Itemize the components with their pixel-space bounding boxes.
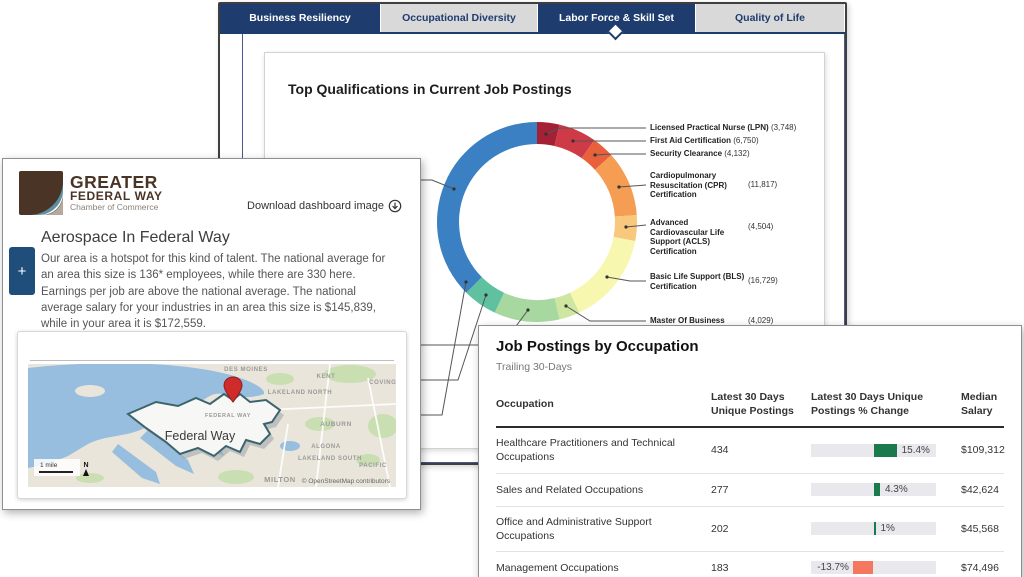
svg-text:N: N xyxy=(83,462,88,469)
job-postings-header: OccupationLatest 30 Days Unique Postings… xyxy=(496,387,1004,428)
change-label: 15.4% xyxy=(902,444,930,457)
salary-cell: $74,496 xyxy=(961,562,1004,574)
occupation-cell: Management Occupations xyxy=(496,561,711,575)
map-city-label: AUBURN xyxy=(320,421,352,428)
tab-bar: Business Resiliency Occupational Diversit… xyxy=(220,4,845,32)
federal-way-map[interactable]: DES MOINES KENT COVINGTON LAKELAND NORTH AUB… xyxy=(28,364,396,487)
map-city-label: COVINGTON xyxy=(369,380,396,386)
map-city-label: LAKELAND NORTH xyxy=(268,390,332,396)
map-city-label: ALGONA xyxy=(311,444,341,450)
job-postings-title: Job Postings by Occupation xyxy=(496,338,1004,355)
column-header: Occupation xyxy=(496,398,711,412)
map-city-label: LAKELAND SOUTH xyxy=(298,456,362,462)
qualifications-title: Top Qualifications in Current Job Postin… xyxy=(288,81,572,97)
job-postings-subtitle: Trailing 30-Days xyxy=(496,361,1004,373)
column-header: Latest 30 Days Unique Postings % Change xyxy=(811,391,961,418)
table-row[interactable]: Sales and Related Occupations277 4.3% $42,… xyxy=(496,473,1004,506)
change-bar xyxy=(853,561,874,574)
logo-line1: GREATER xyxy=(70,174,163,190)
tab-label: Labor Force & Skill Set xyxy=(559,12,674,24)
logo-line3: Chamber of Commerce xyxy=(70,202,163,212)
map-scale: 1 mile xyxy=(34,459,80,476)
change-bar xyxy=(874,444,897,457)
change-bar-track: -13.7% xyxy=(811,561,936,574)
change-label: 1% xyxy=(881,522,895,535)
logo-line2: FEDERAL WAY xyxy=(70,190,163,202)
map-city-label: DES MOINES xyxy=(224,367,268,373)
postings-cell: 434 xyxy=(711,444,811,456)
download-dashboard-link[interactable]: Download dashboard image xyxy=(247,199,402,213)
tab-quality-of-life[interactable]: Quality of Life xyxy=(696,4,845,32)
occupation-cell: Office and Administrative Support Occupa… xyxy=(496,515,711,543)
map-card: DES MOINES KENT COVINGTON LAKELAND NORTH AUB… xyxy=(17,331,407,499)
change-label: -13.7% xyxy=(811,561,849,574)
salary-cell: $42,624 xyxy=(961,484,1004,496)
table-row[interactable]: Office and Administrative Support Occupa… xyxy=(496,506,1004,551)
occupation-cell: Sales and Related Occupations xyxy=(496,483,711,497)
column-header: Latest 30 Days Unique Postings xyxy=(711,391,811,418)
expand-button[interactable]: + xyxy=(9,247,35,295)
chamber-logo: GREATER FEDERAL WAY Chamber of Commerce xyxy=(19,171,163,215)
change-bar xyxy=(874,483,880,496)
aerospace-card: GREATER FEDERAL WAY Chamber of Commerce … xyxy=(2,158,421,510)
map-city-label: FEDERAL WAY xyxy=(205,413,251,419)
map-region-label: Federal Way xyxy=(165,429,236,443)
occupation-cell: Healthcare Practitioners and Technical O… xyxy=(496,436,711,464)
change-bar-track: 4.3% xyxy=(811,483,936,496)
download-icon xyxy=(388,199,402,213)
tab-label: Business Resiliency xyxy=(249,12,351,24)
table-row[interactable]: Management Occupations183-13.7% $74,496 xyxy=(496,551,1004,577)
change-bar xyxy=(874,522,876,535)
svg-text:1 mile: 1 mile xyxy=(40,462,58,469)
map-city-label: KENT xyxy=(317,374,336,380)
tab-label: Quality of Life xyxy=(735,12,805,24)
map-attribution: © OpenStreetMap contributors xyxy=(302,477,391,485)
postings-cell: 202 xyxy=(711,523,811,535)
tab-occupational-diversity[interactable]: Occupational Diversity xyxy=(381,4,538,32)
salary-cell: $109,312 xyxy=(961,444,1005,456)
tab-business-resiliency[interactable]: Business Resiliency xyxy=(220,4,381,32)
change-bar-track: 1% xyxy=(811,522,936,535)
salary-cell: $45,568 xyxy=(961,523,1004,535)
table-row[interactable]: Healthcare Practitioners and Technical O… xyxy=(496,428,1004,472)
download-label: Download dashboard image xyxy=(247,200,384,212)
tab-label: Occupational Diversity xyxy=(402,12,516,24)
change-bar-track: 15.4% xyxy=(811,444,936,457)
job-postings-card: Job Postings by Occupation Trailing 30-D… xyxy=(478,325,1022,577)
postings-cell: 277 xyxy=(711,484,811,496)
map-city-label: PACIFIC xyxy=(359,463,387,469)
chamber-logo-icon xyxy=(19,171,63,215)
aerospace-heading: Aerospace In Federal Way xyxy=(41,229,230,247)
aerospace-body: Our area is a hotspot for this kind of t… xyxy=(41,251,395,333)
change-label: 4.3% xyxy=(885,483,908,496)
column-header: Median Salary xyxy=(961,391,1004,418)
postings-cell: 183 xyxy=(711,562,811,574)
map-divider xyxy=(30,360,394,361)
map-city-label: MILTON xyxy=(264,475,296,484)
